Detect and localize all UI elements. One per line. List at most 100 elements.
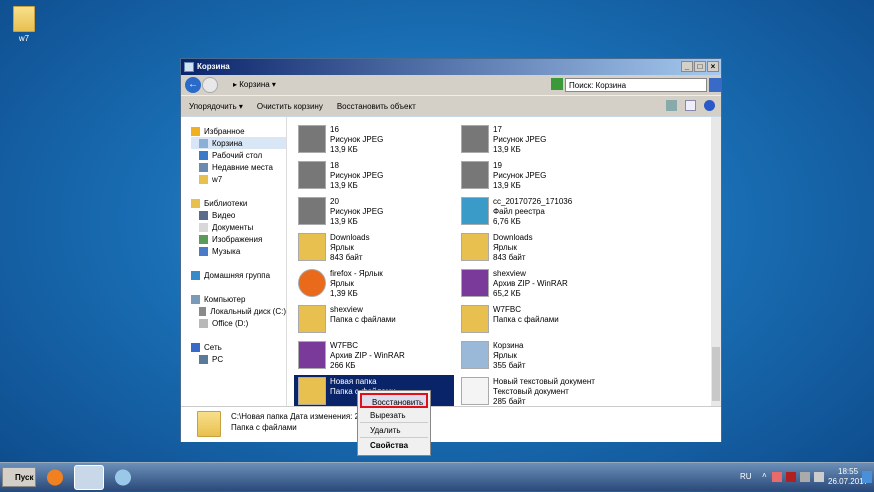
file-item[interactable]: W7FBC Папка с файлами [457, 303, 617, 339]
scrollbar-thumb[interactable] [712, 347, 720, 401]
show-desktop-button[interactable] [862, 471, 872, 483]
title-bar[interactable]: Корзина _ □ × [181, 59, 721, 75]
menu-item-cut[interactable]: Вырезать [360, 408, 428, 423]
nav-item-label: Музыка [212, 246, 241, 256]
address-bar[interactable]: ▸ Корзина ▾ [229, 78, 559, 92]
file-item[interactable]: shexview Архив ZIP - WinRAR 65,2 КБ [457, 267, 617, 303]
help-icon[interactable] [704, 100, 715, 111]
nav-item[interactable]: Библиотеки [191, 197, 286, 209]
file-name: Downloads [330, 233, 370, 242]
nav-item[interactable]: w7 [191, 173, 286, 185]
vertical-scrollbar[interactable] [711, 117, 721, 406]
menu-item-delete[interactable]: Удалить [360, 423, 428, 438]
app-taskbar-button[interactable] [108, 465, 138, 490]
firefox-taskbar-button[interactable] [40, 465, 70, 490]
file-type: Рисунок JPEG [493, 171, 547, 180]
file-item[interactable]: Downloads Ярлык 843 байт [294, 231, 454, 267]
nav-item[interactable]: Корзина [191, 137, 286, 149]
file-item[interactable]: 17 Рисунок JPEG 13,9 КБ [457, 123, 617, 159]
forward-button[interactable] [202, 77, 218, 93]
flag-icon[interactable] [772, 472, 782, 482]
explorer-window: Корзина _ □ × ← ▸ Корзина ▾ Поиск: Корзи… [180, 58, 722, 442]
shortcut-icon [461, 233, 489, 261]
nav-item[interactable]: Компьютер [191, 293, 286, 305]
file-name: 20 [330, 197, 339, 206]
file-type: Рисунок JPEG [493, 135, 547, 144]
nav-item[interactable]: PC [191, 353, 286, 365]
recycle-bin-icon [461, 341, 489, 369]
menu-item-properties[interactable]: Свойства [360, 438, 428, 453]
nav-item-label: Сеть [204, 342, 222, 352]
nav-item-icon [199, 246, 208, 256]
file-type: Архив ZIP - WinRAR [493, 279, 568, 288]
nav-item[interactable]: Видео [191, 209, 286, 221]
network-icon[interactable] [800, 472, 810, 482]
file-type: Ярлык [493, 351, 517, 360]
nav-item-label: PC [212, 354, 224, 364]
file-type: Ярлык [493, 243, 517, 252]
image-icon [461, 161, 489, 189]
recycle-bin-icon [184, 62, 194, 72]
nav-item-label: Домашняя группа [204, 270, 271, 280]
file-item[interactable]: Downloads Ярлык 843 байт [457, 231, 617, 267]
file-item[interactable]: W7FBC Архив ZIP - WinRAR 266 КБ [294, 339, 454, 375]
folder-icon [197, 411, 221, 437]
command-bar: Упорядочить ▾ Очистить корзину Восстанов… [181, 95, 721, 116]
file-size: 13,9 КБ [493, 145, 521, 154]
nav-item[interactable]: Office (D:) [191, 317, 286, 329]
nav-item[interactable]: Документы [191, 221, 286, 233]
image-icon [461, 125, 489, 153]
back-button[interactable]: ← [185, 77, 201, 93]
nav-item-icon [191, 270, 200, 280]
file-size: 13,9 КБ [493, 181, 521, 190]
file-type: Ярлык [330, 243, 354, 252]
nav-item[interactable]: Локальный диск (C:) [191, 305, 286, 317]
file-item[interactable]: Корзина Ярлык 355 байт [457, 339, 617, 375]
restore-item-button[interactable]: Восстановить объект [337, 102, 416, 111]
file-name: 18 [330, 161, 339, 170]
nav-item[interactable]: Сеть [191, 341, 286, 353]
nav-item-icon [191, 126, 200, 136]
file-item[interactable]: 16 Рисунок JPEG 13,9 КБ [294, 123, 454, 159]
window-title: Корзина [197, 62, 230, 71]
nav-item-label: Библиотеки [204, 198, 248, 208]
nav-item[interactable]: Избранное [191, 125, 286, 137]
nav-item[interactable]: Рабочий стол [191, 149, 286, 161]
organize-button[interactable]: Упорядочить ▾ [189, 102, 243, 111]
volume-icon[interactable] [814, 472, 824, 482]
file-name: Корзина [493, 341, 524, 350]
refresh-button[interactable] [551, 78, 563, 90]
search-input[interactable]: Поиск: Корзина [565, 78, 707, 92]
nav-item-label: Недавние места [212, 162, 273, 172]
nav-item-label: Корзина [212, 138, 243, 148]
file-size: 13,9 КБ [330, 217, 358, 226]
language-indicator[interactable]: RU [740, 472, 752, 481]
security-icon[interactable] [786, 472, 796, 482]
maximize-button[interactable]: □ [694, 61, 706, 72]
nav-item[interactable]: Музыка [191, 245, 286, 257]
nav-item[interactable]: Домашняя группа [191, 269, 286, 281]
show-hidden-icons[interactable]: ˄ [762, 471, 767, 480]
minimize-button[interactable]: _ [681, 61, 693, 72]
file-name: 17 [493, 125, 502, 134]
file-item[interactable]: cc_20170726_171036 Файл реестра 6,76 КБ [457, 195, 617, 231]
details-pane: C:\Новая папка Дата изменения: 26. Папка… [181, 406, 721, 442]
preview-pane-icon[interactable] [685, 100, 696, 111]
start-button[interactable]: Пуск [2, 467, 36, 487]
file-item[interactable]: 20 Рисунок JPEG 13,9 КБ [294, 195, 454, 231]
file-name: Downloads [493, 233, 533, 242]
explorer-taskbar-button[interactable] [74, 465, 104, 490]
file-item[interactable]: firefox - Ярлык Ярлык 1,39 КБ [294, 267, 454, 303]
file-item[interactable]: shexview Папка с файлами [294, 303, 454, 339]
search-icon[interactable] [709, 78, 721, 92]
file-item[interactable]: 18 Рисунок JPEG 13,9 КБ [294, 159, 454, 195]
view-options-icon[interactable] [666, 100, 677, 111]
close-button[interactable]: × [707, 61, 719, 72]
desktop-icon-w7[interactable]: w7 [8, 6, 40, 43]
empty-recycle-bin-button[interactable]: Очистить корзину [257, 102, 323, 111]
nav-item[interactable]: Изображения [191, 233, 286, 245]
menu-item-restore[interactable]: Восстановить [360, 393, 428, 408]
nav-item[interactable]: Недавние места [191, 161, 286, 173]
file-item[interactable]: 19 Рисунок JPEG 13,9 КБ [457, 159, 617, 195]
nav-item-label: Документы [212, 222, 254, 232]
